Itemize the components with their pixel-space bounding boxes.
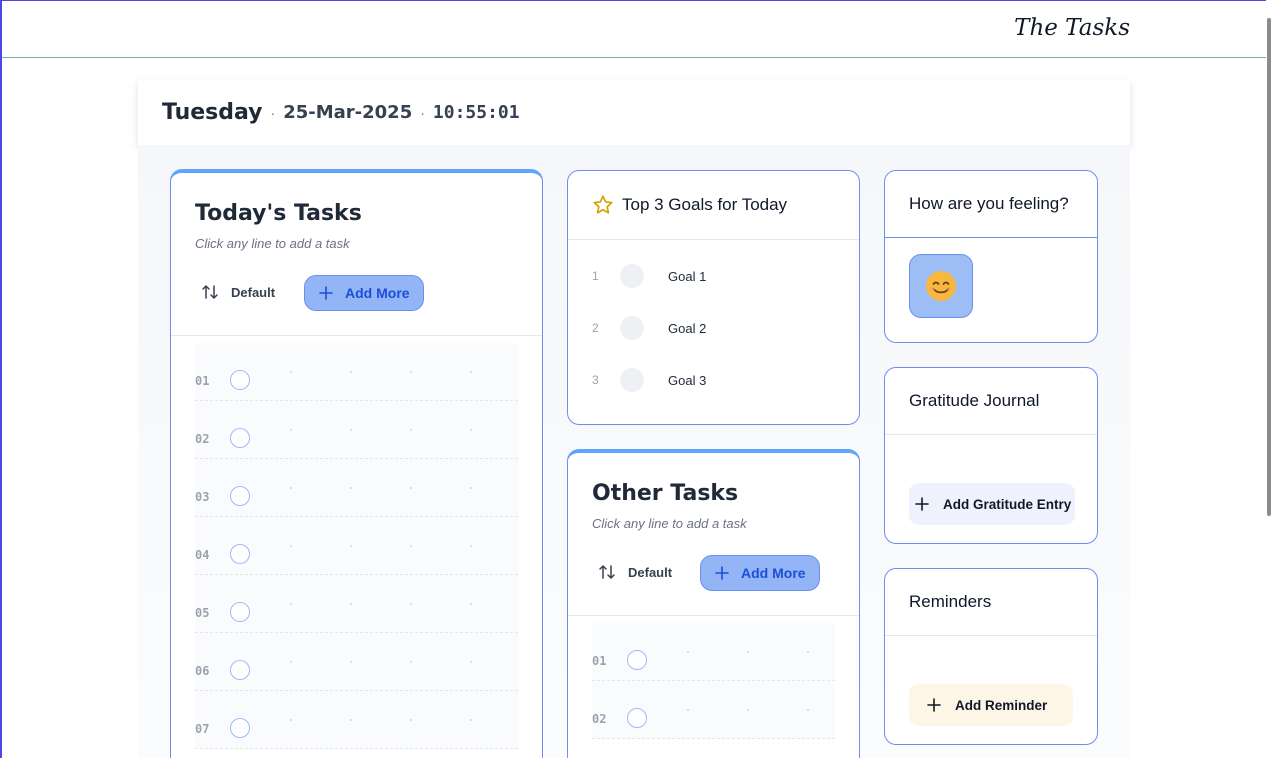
plus-icon <box>715 566 729 580</box>
dotted-guide <box>261 487 518 489</box>
goal-item[interactable]: 1 Goal 1 <box>592 264 706 288</box>
current-time: 10:55:01 <box>432 102 520 123</box>
line-number: 05 <box>195 606 210 620</box>
line-number: 07 <box>195 722 210 736</box>
goal-item[interactable]: 2 Goal 2 <box>592 316 706 340</box>
task-checkbox[interactable] <box>230 486 250 506</box>
add-gratitude-label: Add Gratitude Entry <box>943 496 1072 512</box>
separator-dot: · <box>270 104 276 121</box>
dotted-guide <box>261 545 518 547</box>
sort-button[interactable]: Default <box>201 283 275 301</box>
dotted-guide <box>658 709 835 711</box>
add-more-button[interactable]: Add More <box>700 555 820 591</box>
date-header: Tuesday · 25-Mar-2025 · 10:55:01 <box>138 80 1130 145</box>
task-line[interactable]: 02 <box>195 401 518 459</box>
task-checkbox[interactable] <box>230 428 250 448</box>
other-tasks-subtitle: Click any line to add a task <box>592 516 747 531</box>
plus-icon <box>927 698 941 712</box>
other-tasks-title: Other Tasks <box>592 481 739 506</box>
plus-icon <box>319 286 333 300</box>
task-line[interactable]: 03 <box>195 459 518 517</box>
dotted-guide <box>261 371 518 373</box>
goal-item[interactable]: 3 Goal 3 <box>592 368 706 392</box>
task-checkbox[interactable] <box>230 370 250 390</box>
task-checkbox[interactable] <box>230 544 250 564</box>
dotted-guide <box>261 719 518 721</box>
line-number: 02 <box>195 432 210 446</box>
mood-card: How are you feeling? <box>884 170 1098 343</box>
reminders-card: Reminders Add Reminder <box>884 568 1098 745</box>
todays-tasks-card: Today's Tasks Click any line to add a ta… <box>170 169 543 758</box>
goals-title: Top 3 Goals for Today <box>622 195 788 214</box>
task-line[interactable]: 06 <box>195 633 518 691</box>
dotted-guide <box>261 603 518 605</box>
add-more-label: Add More <box>741 565 806 581</box>
plus-icon <box>915 497 929 511</box>
goal-checkbox[interactable] <box>620 368 644 392</box>
add-gratitude-button[interactable]: Add Gratitude Entry <box>909 483 1076 525</box>
task-line[interactable]: 01 <box>195 343 518 401</box>
sort-button[interactable]: Default <box>598 563 672 581</box>
sort-label: Default <box>628 564 673 580</box>
task-line[interactable]: 01 <box>592 623 835 681</box>
goals-header: Top 3 Goals for Today <box>568 171 859 240</box>
goals-card: Top 3 Goals for Today 1 Goal 1 2 Goal 2 3 G… <box>567 170 860 425</box>
mood-title: How are you feeling? <box>885 171 1097 238</box>
line-number: 06 <box>195 664 210 678</box>
task-lines: 01 02 03 04 05 06 07 <box>195 343 518 749</box>
line-number: 04 <box>195 548 210 562</box>
goal-number: 2 <box>592 321 599 335</box>
line-number: 01 <box>195 374 210 388</box>
gratitude-card: Gratitude Journal Add Gratitude Entry <box>884 367 1098 544</box>
goal-number: 1 <box>592 269 599 283</box>
line-number: 01 <box>592 654 607 668</box>
task-checkbox[interactable] <box>627 650 647 670</box>
reminders-title: Reminders <box>885 569 1097 636</box>
add-more-label: Add More <box>345 285 410 301</box>
task-line[interactable]: 07 <box>195 691 518 749</box>
other-tasks-card: Other Tasks Click any line to add a task… <box>567 449 860 758</box>
task-lines: 01 02 <box>592 623 835 739</box>
dotted-guide <box>261 429 518 431</box>
task-checkbox[interactable] <box>230 718 250 738</box>
add-reminder-label: Add Reminder <box>955 697 1048 713</box>
task-checkbox[interactable] <box>230 660 250 680</box>
sort-icon <box>202 285 218 299</box>
current-day: Tuesday <box>162 100 263 125</box>
dotted-guide <box>658 651 835 653</box>
task-checkbox[interactable] <box>230 602 250 622</box>
add-more-button[interactable]: Add More <box>304 275 424 311</box>
dotted-guide <box>261 661 518 663</box>
scrollbar[interactable] <box>1266 0 1272 758</box>
line-number: 02 <box>592 712 607 726</box>
todays-tasks-title: Today's Tasks <box>195 201 362 226</box>
task-line[interactable]: 05 <box>195 575 518 633</box>
goal-label: Goal 1 <box>668 268 707 284</box>
app-title: The Tasks <box>1014 15 1130 41</box>
goal-number: 3 <box>592 373 599 387</box>
top-bar: The Tasks <box>2 1 1266 58</box>
star-icon <box>593 195 613 214</box>
scrollbar-thumb[interactable] <box>1267 18 1271 516</box>
divider <box>171 335 542 336</box>
task-checkbox[interactable] <box>627 708 647 728</box>
line-number: 03 <box>195 490 210 504</box>
mood-button[interactable] <box>909 254 973 318</box>
task-line[interactable]: 04 <box>195 517 518 575</box>
separator-dot: · <box>420 104 425 121</box>
sort-icon <box>599 565 615 579</box>
todays-tasks-subtitle: Click any line to add a task <box>195 236 350 251</box>
smiley-emoji <box>926 271 956 301</box>
goal-checkbox[interactable] <box>620 316 644 340</box>
goal-checkbox[interactable] <box>620 264 644 288</box>
goal-label: Goal 2 <box>668 320 707 336</box>
current-date: 25-Mar-2025 <box>283 102 413 123</box>
task-line[interactable]: 02 <box>592 681 835 739</box>
divider <box>568 615 859 616</box>
sort-label: Default <box>231 284 276 300</box>
dashboard-board: Today's Tasks Click any line to add a ta… <box>138 145 1130 758</box>
goal-label: Goal 3 <box>668 372 707 388</box>
gratitude-title: Gratitude Journal <box>885 368 1097 435</box>
add-reminder-button[interactable]: Add Reminder <box>909 684 1073 726</box>
